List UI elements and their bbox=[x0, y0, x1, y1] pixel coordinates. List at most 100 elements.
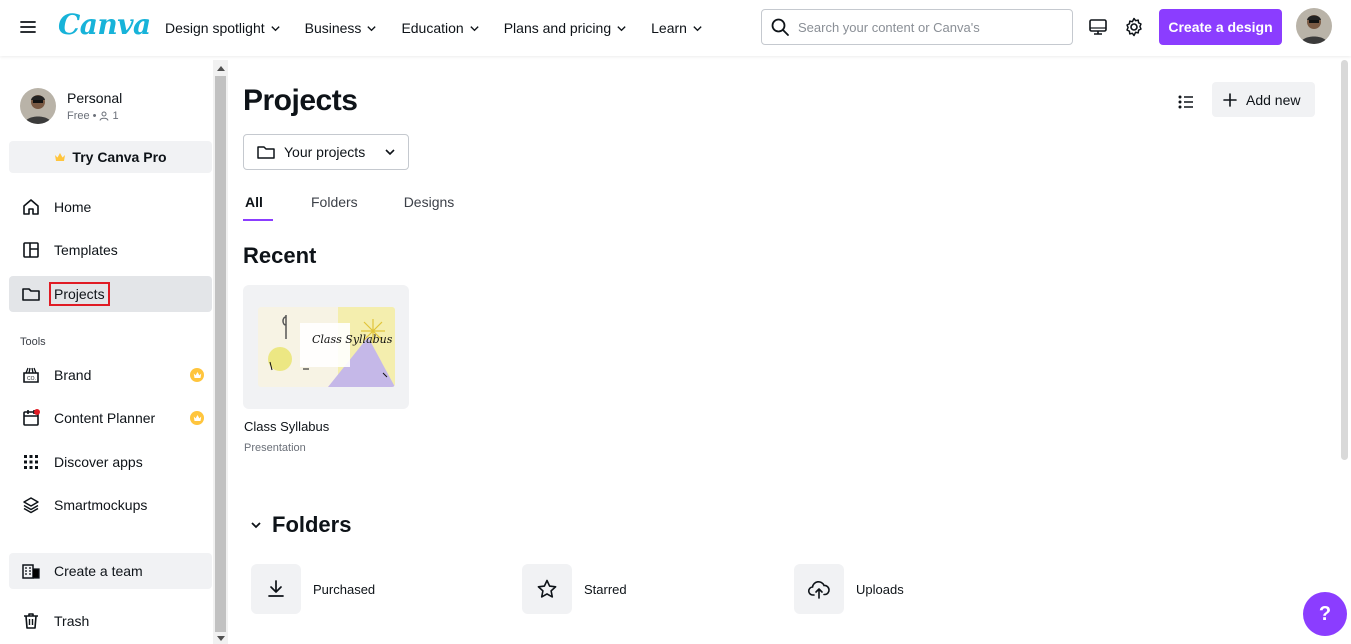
nav-education[interactable]: Education bbox=[401, 20, 479, 36]
profile-name: Personal bbox=[67, 90, 123, 106]
layers-icon bbox=[23, 497, 39, 514]
add-new-button[interactable]: Add new bbox=[1212, 82, 1315, 117]
calendar-icon bbox=[23, 409, 40, 426]
sidebar-scrollbar[interactable] bbox=[213, 60, 228, 644]
sidebar-item-templates[interactable]: Templates bbox=[9, 232, 212, 268]
folder-uploads[interactable]: Uploads bbox=[794, 564, 904, 614]
gear-icon[interactable] bbox=[1121, 14, 1147, 40]
star-icon bbox=[522, 564, 572, 614]
desktop-app-icon[interactable] bbox=[1085, 14, 1111, 40]
page-scrollbar[interactable] bbox=[1338, 60, 1351, 644]
folders-heading: Folders bbox=[272, 512, 352, 537]
list-view-icon[interactable] bbox=[1172, 88, 1200, 116]
scroll-down-arrow[interactable] bbox=[217, 636, 225, 641]
sidebar-item-label: Templates bbox=[54, 242, 118, 258]
create-team-button[interactable]: Create a team bbox=[9, 553, 212, 589]
design-type: Presentation bbox=[244, 442, 306, 454]
help-button[interactable]: ? bbox=[1303, 592, 1347, 636]
design-title[interactable]: Class Syllabus bbox=[244, 419, 329, 434]
folder-label: Purchased bbox=[313, 581, 376, 597]
canva-logo[interactable]: Canva bbox=[58, 8, 151, 41]
folder-label: Uploads bbox=[856, 581, 904, 597]
tools-heading: Tools bbox=[20, 336, 46, 348]
search-input[interactable] bbox=[798, 19, 1058, 35]
nav-label: Design spotlight bbox=[165, 20, 265, 36]
cloud-upload-icon bbox=[794, 564, 844, 614]
user-avatar[interactable] bbox=[1296, 8, 1332, 44]
design-card[interactable]: Class Syllabus bbox=[243, 285, 409, 409]
folder-icon bbox=[22, 288, 40, 301]
member-count: 1 bbox=[112, 110, 119, 122]
folder-starred[interactable]: Starred bbox=[522, 564, 627, 614]
folder-purchased[interactable]: Purchased bbox=[251, 564, 375, 614]
folder-label: Starred bbox=[584, 581, 627, 597]
sidebar-item-projects[interactable]: Projects bbox=[9, 276, 212, 312]
scroll-up-arrow[interactable] bbox=[217, 66, 225, 71]
chevron-down-icon bbox=[251, 522, 261, 529]
plus-icon bbox=[1223, 92, 1237, 107]
sidebar-item-label: Create a team bbox=[54, 563, 143, 579]
thumb-title: Class Syllabus bbox=[312, 333, 393, 346]
page-title: Projects bbox=[243, 84, 358, 117]
tab-folders[interactable]: Folders bbox=[309, 194, 360, 222]
sidebar-item-label: Home bbox=[54, 199, 92, 215]
sidebar-item-content-planner[interactable]: Content Planner bbox=[9, 400, 212, 436]
nav-business[interactable]: Business bbox=[305, 20, 378, 36]
avatar bbox=[20, 88, 56, 124]
nav-label: Plans and pricing bbox=[503, 20, 612, 36]
sidebar-item-discover-apps[interactable]: Discover apps bbox=[9, 444, 212, 480]
scrollbar-thumb[interactable] bbox=[215, 76, 226, 632]
create-design-button[interactable]: Create a design bbox=[1159, 9, 1282, 45]
chevron-down-icon bbox=[385, 149, 395, 156]
tab-all[interactable]: All bbox=[243, 194, 273, 221]
crown-icon bbox=[55, 153, 66, 161]
brand-icon: CO. bbox=[23, 367, 39, 383]
folder-icon bbox=[257, 146, 275, 159]
main-content: Projects Add new Your projects All Folde… bbox=[228, 60, 1338, 644]
sidebar-item-label: Projects bbox=[49, 282, 110, 306]
tab-designs[interactable]: Designs bbox=[402, 194, 457, 222]
nav-design-spotlight[interactable]: Design spotlight bbox=[165, 20, 281, 36]
account-switcher[interactable]: Personal Free • 1 bbox=[20, 88, 122, 124]
hamburger-menu-icon[interactable] bbox=[18, 17, 38, 37]
svg-text:CO.: CO. bbox=[27, 376, 36, 382]
nav-plans-and-pricing[interactable]: Plans and pricing bbox=[504, 20, 627, 36]
projects-tabs: All Folders Designs bbox=[243, 194, 456, 222]
profile-subtitle: Free • 1 bbox=[67, 110, 119, 122]
sidebar-item-label: Content Planner bbox=[54, 410, 156, 426]
folders-section-header[interactable]: Folders bbox=[250, 512, 351, 538]
chevron-down-icon bbox=[367, 25, 377, 31]
apps-grid-icon bbox=[24, 455, 38, 469]
chevron-down-icon bbox=[470, 25, 479, 31]
sidebar-item-label: Trash bbox=[54, 613, 90, 629]
sidebar-item-trash[interactable]: Trash bbox=[9, 603, 212, 639]
sidebar-item-home[interactable]: Home bbox=[9, 189, 212, 225]
nav-learn[interactable]: Learn bbox=[651, 20, 703, 36]
search-box[interactable] bbox=[761, 9, 1073, 45]
nav-label: Learn bbox=[651, 20, 687, 36]
sidebar: Personal Free • 1 Try Canva Pro Home Tem… bbox=[0, 60, 213, 644]
download-icon bbox=[251, 564, 301, 614]
projects-filter-dropdown[interactable]: Your projects bbox=[243, 134, 409, 170]
person-icon bbox=[99, 111, 109, 121]
sidebar-item-smartmockups[interactable]: Smartmockups bbox=[9, 487, 212, 523]
sidebar-item-label: Smartmockups bbox=[54, 497, 148, 513]
search-icon bbox=[771, 18, 789, 36]
nav-label: Education bbox=[401, 20, 464, 36]
try-canva-pro-button[interactable]: Try Canva Pro bbox=[9, 141, 212, 173]
pro-crown-icon bbox=[190, 411, 204, 425]
scrollbar-thumb[interactable] bbox=[1341, 60, 1348, 460]
pro-crown-icon bbox=[190, 368, 204, 382]
chevron-down-icon bbox=[270, 25, 280, 31]
chevron-down-icon bbox=[617, 25, 626, 31]
team-icon bbox=[22, 564, 40, 579]
main-nav: Design spotlight Business Education Plan… bbox=[165, 0, 703, 56]
nav-label: Business bbox=[304, 20, 362, 36]
trash-icon bbox=[24, 613, 38, 629]
design-thumbnail: Class Syllabus bbox=[258, 307, 395, 387]
sidebar-item-brand[interactable]: CO. Brand bbox=[9, 357, 212, 393]
add-new-label: Add new bbox=[1246, 91, 1301, 108]
dropdown-value: Your projects bbox=[284, 144, 366, 160]
sidebar-item-label: Discover apps bbox=[54, 454, 143, 470]
plan-label: Free bbox=[67, 110, 90, 122]
